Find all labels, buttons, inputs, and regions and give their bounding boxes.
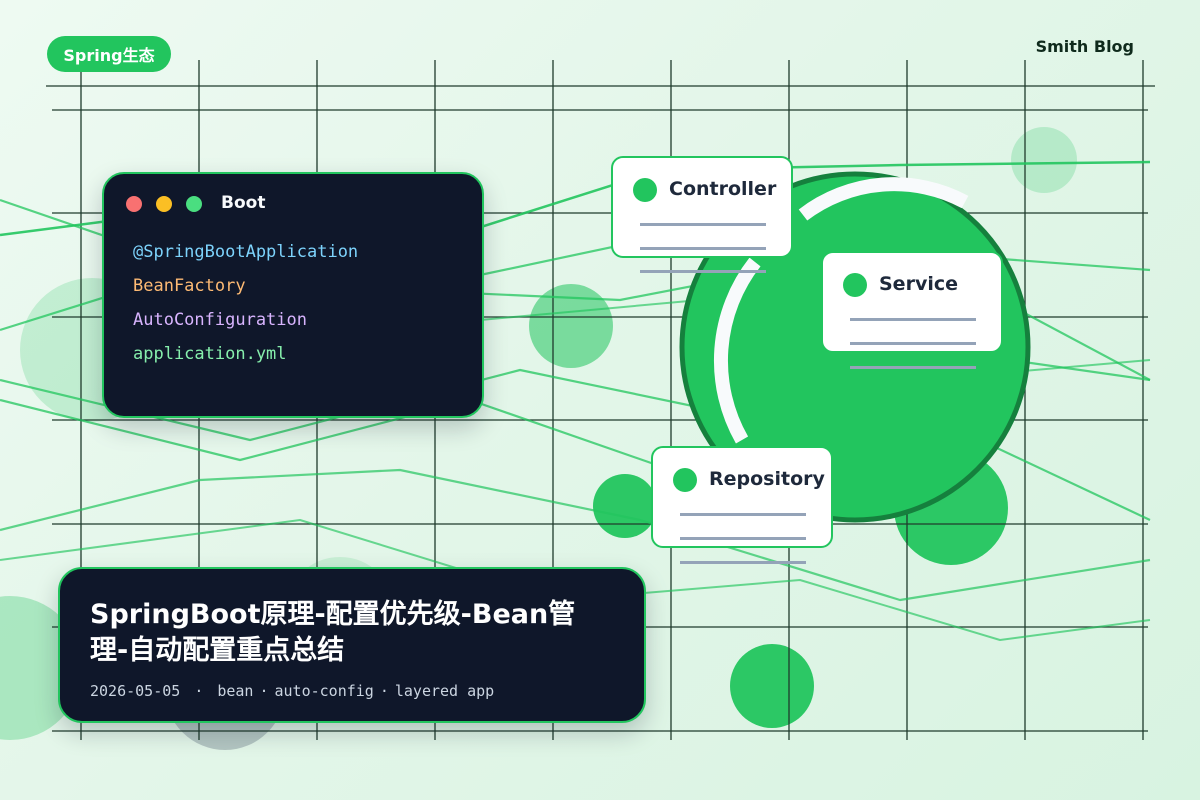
code-line: BeanFactory xyxy=(133,276,246,296)
node-placeholder-line xyxy=(640,270,766,273)
code-line: @SpringBootApplication xyxy=(133,242,359,262)
node-placeholder-line xyxy=(850,342,976,345)
node-placeholder-line xyxy=(640,247,766,250)
service-node-card: Service xyxy=(821,251,1003,353)
article-date: 2026-05-05 xyxy=(90,682,181,700)
meta-separator: · xyxy=(379,682,389,700)
category-tag[interactable]: Spring生态 xyxy=(47,36,171,72)
node-label: Controller xyxy=(669,178,777,200)
bg-circle xyxy=(593,474,657,538)
node-bullet-icon xyxy=(673,468,697,492)
node-placeholder-line xyxy=(640,223,766,226)
node-label: Repository xyxy=(709,468,825,490)
code-window-title: Boot xyxy=(221,193,266,213)
node-placeholder-line xyxy=(850,318,976,321)
node-placeholder-line xyxy=(680,561,806,564)
code-window-card: Boot @SpringBootApplication BeanFactory … xyxy=(102,172,484,418)
node-label: Service xyxy=(879,273,958,295)
window-close-dot-icon xyxy=(126,196,142,212)
node-placeholder-line xyxy=(680,537,806,540)
window-maximize-dot-icon xyxy=(186,196,202,212)
node-placeholder-line xyxy=(850,366,976,369)
article-tag[interactable]: layered app xyxy=(395,682,494,700)
node-bullet-icon xyxy=(843,273,867,297)
bg-circle xyxy=(730,644,814,728)
article-tag[interactable]: auto-config xyxy=(275,682,374,700)
bg-circle xyxy=(1011,127,1077,193)
node-placeholder-line xyxy=(680,513,806,516)
article-title[interactable]: SpringBoot原理-配置优先级-Bean管理-自动配置重点总结 xyxy=(90,597,610,669)
node-bullet-icon xyxy=(633,178,657,202)
blog-name: Smith Blog xyxy=(1035,37,1134,56)
meta-separator: · xyxy=(259,682,269,700)
meta-separator: · xyxy=(194,682,204,700)
article-meta: 2026-05-05 · bean · auto-config · layered app xyxy=(90,682,494,700)
code-line: application.yml xyxy=(133,344,287,364)
controller-node-card: Controller xyxy=(611,156,793,258)
article-tag[interactable]: bean xyxy=(217,682,253,700)
repository-node-card: Repository xyxy=(651,446,833,548)
code-line: AutoConfiguration xyxy=(133,310,307,330)
article-title-card: SpringBoot原理-配置优先级-Bean管理-自动配置重点总结 2026-… xyxy=(58,567,646,723)
window-minimize-dot-icon xyxy=(156,196,172,212)
